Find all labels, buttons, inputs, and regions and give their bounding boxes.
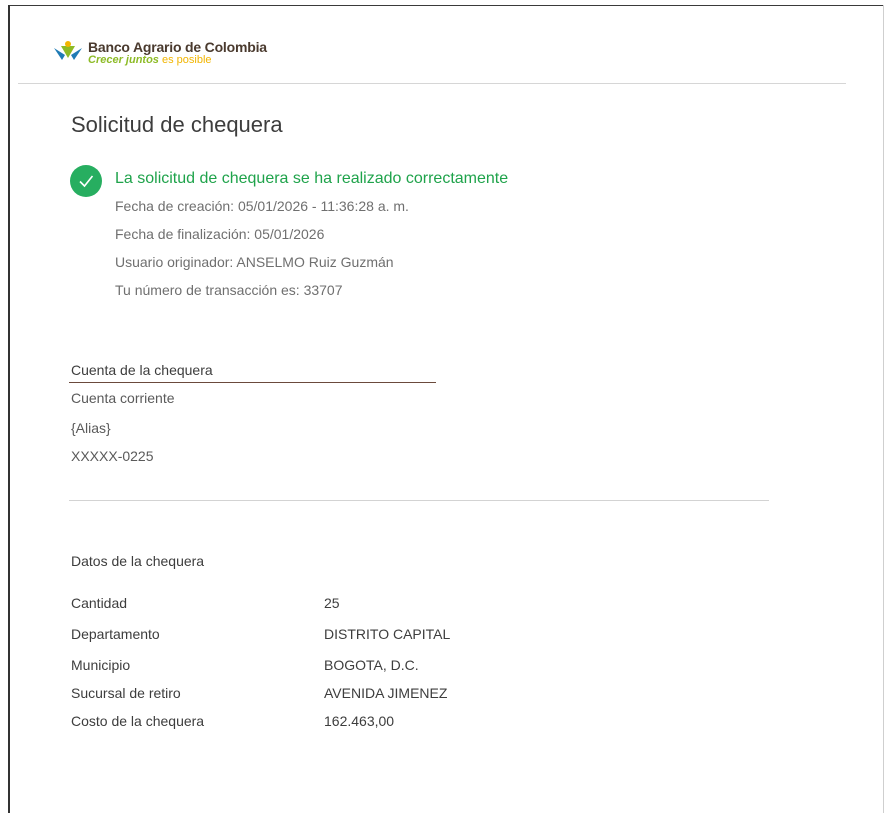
detail-value: 162.463,00 [324,713,395,729]
section-divider [69,500,769,501]
bank-tagline: Crecer juntos es posible [88,55,267,66]
page-top-border [8,5,884,6]
details-section-title: Datos de la chequera [71,553,205,569]
originator-user: Usuario originador: ANSELMO Ruiz Guzmán [115,254,394,270]
account-type: Cuenta corriente [71,390,175,406]
detail-label: Municipio [71,657,131,673]
account-section-title: Cuenta de la chequera [71,362,213,378]
detail-value: BOGOTA, D.C. [324,657,419,673]
detail-value: AVENIDA JIMENEZ [324,685,448,701]
bank-logo: Banco Agrario de Colombia Crecer juntos … [52,40,267,66]
bank-name: Banco Agrario de Colombia [88,39,267,55]
creation-date: Fecha de creación: 05/01/2026 - 11:36:28… [115,198,409,214]
detail-value: DISTRITO CAPITAL [324,626,451,642]
page-title: Solicitud de chequera [71,112,283,137]
detail-label: Costo de la chequera [71,713,205,729]
transaction-number: Tu número de transacción es: 33707 [115,282,343,298]
detail-label: Sucursal de retiro [71,685,181,701]
end-date: Fecha de finalización: 05/01/2026 [115,226,325,242]
header-divider [18,83,846,84]
bank-logo-icon [54,41,82,60]
account-section-underline [69,382,436,383]
tagline-part-2: es posible [161,54,212,66]
account-number: XXXXX-0225 [71,448,154,464]
detail-label: Departamento [71,626,160,642]
detail-value: 25 [324,595,340,611]
success-message: La solicitud de chequera se ha realizado… [115,170,509,187]
page-left-border [8,5,10,813]
success-check-icon [70,165,102,197]
tagline-part-1: Crecer juntos [88,54,159,66]
detail-label: Cantidad [71,595,128,611]
account-alias: {Alias} [71,420,111,436]
